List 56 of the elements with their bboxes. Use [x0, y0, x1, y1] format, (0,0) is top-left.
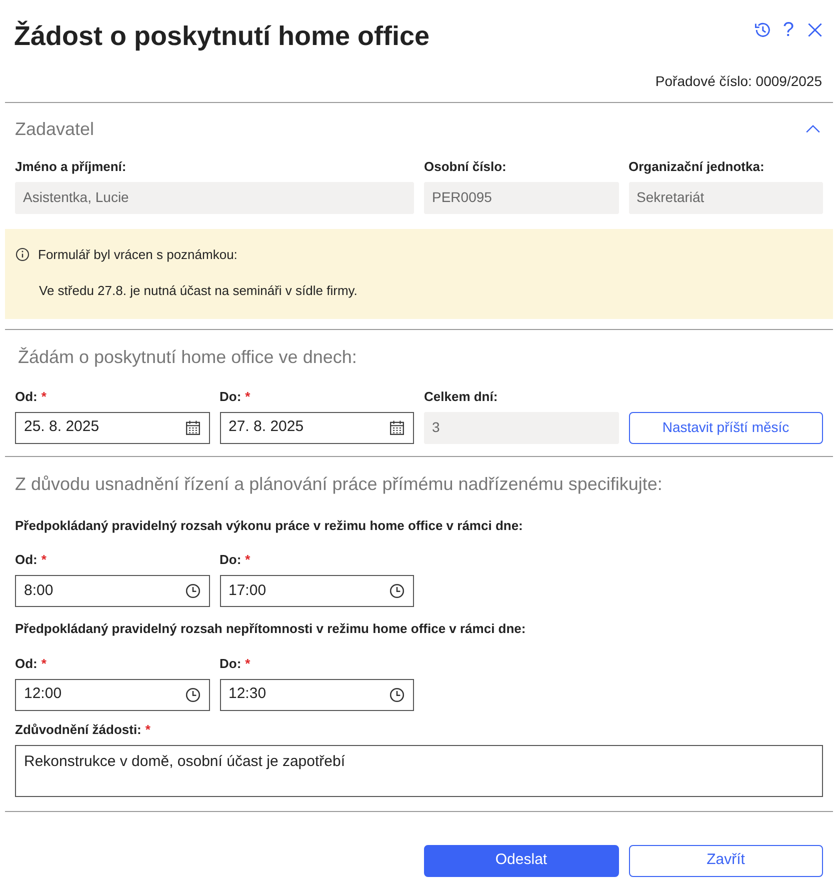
history-icon[interactable] [752, 21, 771, 39]
readonly-field: Sekretariát [628, 182, 823, 214]
field-label: Od: [15, 388, 38, 406]
field-label: Do: [220, 388, 242, 406]
field-value: 25. 8. 2025 [24, 417, 100, 438]
clock-icon [389, 686, 405, 702]
calendar-icon [184, 420, 200, 436]
time-field[interactable]: 12:30 [220, 678, 414, 710]
close-button[interactable]: Zavřít [628, 844, 823, 876]
info-icon [15, 246, 30, 262]
readonly-field: Asistentka, Lucie [15, 182, 414, 214]
section-heading: Žádám o poskytnutí home office ve dnech: [17, 346, 358, 369]
clock-icon [389, 583, 405, 599]
required-mark: * [245, 551, 250, 570]
field-label: Osobní číslo: [424, 158, 506, 176]
close-icon[interactable] [806, 21, 824, 39]
section-heading: Zadavatel [15, 118, 94, 140]
field-label: Celkem dní: [424, 388, 498, 406]
field-label: Do: [220, 551, 242, 570]
dialog-title: Žádost o poskytnutí home office [14, 20, 430, 53]
required-mark: * [145, 720, 150, 739]
send-button[interactable]: Odeslat [424, 844, 618, 876]
time-field[interactable]: 12:00 [15, 678, 210, 710]
notice-title: Formulář byl vrácen s poznámkou: [38, 246, 238, 264]
set-next-month-button[interactable]: Nastavit příští měsíc [628, 412, 823, 444]
field-label: Zdůvodnění žádosti: [15, 720, 142, 739]
field-value: 12:00 [24, 684, 62, 704]
notice-text: Ve středu 27.8. je nutná účast na semináři v sídle firmy. [38, 282, 358, 300]
field-value: 27. 8. 2025 [228, 417, 304, 438]
field-label: Jméno a příjmení: [15, 158, 126, 176]
required-mark: * [245, 654, 250, 673]
readonly-field: PER0095 [424, 182, 618, 214]
serial-number: Pořadové číslo: 0009/2025 [654, 72, 823, 90]
required-mark: * [245, 388, 250, 406]
clock-icon [184, 583, 200, 599]
field-label: Do: [220, 654, 242, 673]
time-field[interactable]: 8:00 [15, 575, 210, 607]
field-value: 8:00 [24, 580, 54, 601]
field-value: 12:30 [228, 684, 266, 704]
required-mark: * [41, 654, 46, 673]
required-mark: * [41, 551, 46, 570]
field-value: 17:00 [228, 580, 266, 601]
readonly-field: 3 [424, 412, 618, 444]
group-title: Předpokládaný pravidelný rozsah nepřítomnosti v režimu home office v rámci dne: [14, 620, 527, 638]
clock-icon [184, 686, 200, 702]
date-field[interactable]: 25. 8. 2025 [15, 412, 210, 444]
date-field[interactable]: 27. 8. 2025 [220, 412, 414, 444]
field-label: Od: [15, 551, 38, 570]
field-label: Organizační jednotka: [628, 158, 764, 176]
section-heading: Z důvodu usnadnění řízení a plánování práce přímému nadřízenému specifikujte: [14, 472, 664, 496]
calendar-icon [389, 420, 405, 436]
time-field[interactable]: 17:00 [220, 575, 414, 607]
field-label: Od: [15, 654, 38, 673]
reason-text-area[interactable]: Rekonstrukce v domě, osobní účast je zapotřebí [15, 744, 823, 796]
group-title: Předpokládaný pravidelný rozsah výkonu práce v režimu home office v rámci dne: [14, 516, 524, 535]
required-mark: * [41, 388, 46, 406]
